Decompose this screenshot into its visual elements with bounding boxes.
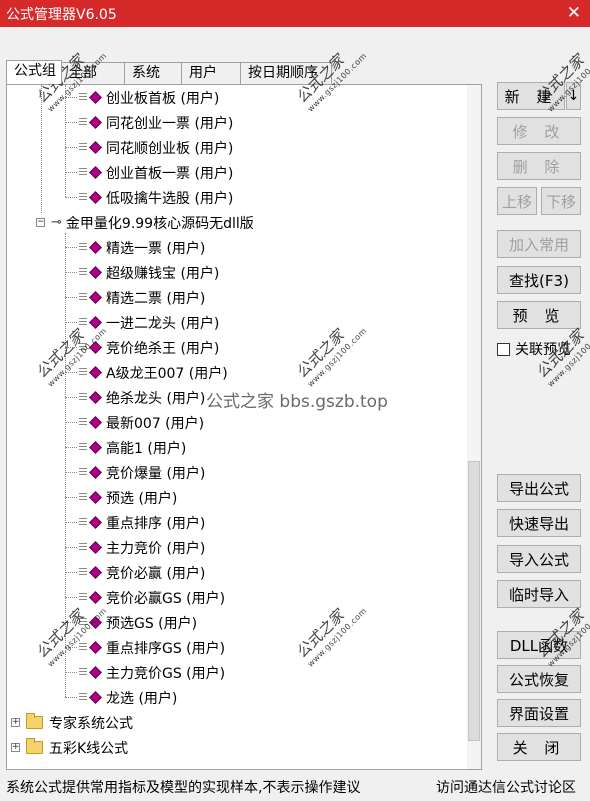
find-button[interactable]: 查找(F3): [497, 266, 581, 294]
add-common-button[interactable]: 加入常用: [497, 230, 581, 258]
link-preview-checkbox[interactable]: [497, 342, 510, 356]
formula-icon: [89, 291, 102, 304]
formula-icon: [89, 666, 102, 679]
tree-folder[interactable]: − ⊸ 金甲量化9.99核心源码无dll版: [36, 210, 254, 235]
formula-icon: [89, 266, 102, 279]
formula-icon: [89, 416, 102, 429]
temp-import-button[interactable]: 临时导入: [497, 580, 581, 608]
tree-item[interactable]: 预选 (用户): [65, 485, 177, 510]
formula-icon: [89, 641, 102, 654]
formula-icon: [89, 116, 102, 129]
formula-icon: [89, 391, 102, 404]
dll-function-button[interactable]: DLL函数: [497, 631, 581, 659]
formula-icon: [89, 616, 102, 629]
scrollbar-thumb[interactable]: [468, 461, 480, 741]
formula-icon: [89, 466, 102, 479]
formula-icon: [89, 516, 102, 529]
tree-folder[interactable]: + 五彩K线公式: [11, 735, 128, 760]
formula-icon: [89, 341, 102, 354]
formula-icon: [89, 91, 102, 104]
tree-item[interactable]: 重点排序GS (用户): [65, 635, 225, 660]
status-text: 系统公式提供常用指标及模型的实现样本,不表示操作建议: [6, 779, 361, 796]
link-preview-option[interactable]: 关联预览: [497, 339, 571, 359]
tree-item[interactable]: 超级赚钱宝 (用户): [65, 260, 219, 285]
title-bar: 公式管理器V6.05 ✕: [0, 0, 590, 27]
folder-icon: [26, 713, 43, 729]
import-button[interactable]: 导入公式: [497, 545, 581, 573]
delete-button[interactable]: 删 除: [497, 152, 581, 180]
expand-icon[interactable]: +: [11, 743, 20, 752]
tree-item[interactable]: 精选二票 (用户): [65, 285, 205, 310]
window-title: 公式管理器V6.05: [6, 6, 117, 23]
tab-by-date[interactable]: 按日期顺序: [240, 62, 332, 84]
formula-icon: [89, 241, 102, 254]
formula-icon: [89, 141, 102, 154]
tree-connector: [41, 85, 42, 213]
tree-item[interactable]: 同花顺创业板 (用户): [65, 135, 233, 160]
formula-icon: [89, 441, 102, 454]
formula-icon: [89, 366, 102, 379]
tree-item[interactable]: 创业首板一票 (用户): [65, 160, 233, 185]
tree-item[interactable]: 一进二龙头 (用户): [65, 310, 219, 335]
tree-item[interactable]: 绝杀龙头 (用户): [65, 385, 205, 410]
formula-icon: [89, 541, 102, 554]
tree-item[interactable]: 创业板首板 (用户): [65, 85, 219, 110]
tab-formula-group[interactable]: 公式组: [6, 60, 62, 84]
key-icon: ⊸: [51, 215, 62, 230]
move-down-button[interactable]: 下移: [541, 187, 581, 215]
tree-item[interactable]: 最新007 (用户): [65, 410, 204, 435]
status-bar: 系统公式提供常用指标及模型的实现样本,不表示操作建议 访问通达信公式讨论区: [0, 772, 590, 801]
modify-button[interactable]: 修 改: [497, 117, 581, 145]
expand-icon[interactable]: +: [11, 718, 20, 727]
formula-tree[interactable]: 创业板首板 (用户) 同花创业一票 (用户) 同花顺创业板 (用户) 创业首板一…: [6, 84, 482, 770]
tree-item[interactable]: 竞价绝杀王 (用户): [65, 335, 219, 360]
tree-item[interactable]: 竞价必赢GS (用户): [65, 585, 225, 610]
tree-item[interactable]: A级龙王007 (用户): [65, 360, 228, 385]
formula-icon: [89, 191, 102, 204]
tab-user[interactable]: 用户: [181, 62, 241, 84]
tree-item[interactable]: 低吸擒牛选股 (用户): [65, 185, 233, 210]
tree-item[interactable]: 主力竞价 (用户): [65, 535, 205, 560]
tab-system[interactable]: 系统: [124, 62, 182, 84]
formula-icon: [89, 591, 102, 604]
tab-strip: 公式组 全部 系统 用户 按日期顺序: [6, 60, 332, 84]
quick-export-button[interactable]: 快速导出: [497, 509, 581, 537]
formula-icon: [89, 316, 102, 329]
new-button[interactable]: 新 建: [497, 82, 565, 110]
tree-folder[interactable]: + 专家系统公式: [11, 710, 133, 735]
tree-item[interactable]: 龙选 (用户): [65, 685, 177, 710]
center-watermark: 公式之家 bbs.gszb.top: [206, 392, 388, 412]
tree-item[interactable]: 高能1 (用户): [65, 435, 186, 460]
tree-item[interactable]: 竞价爆量 (用户): [65, 460, 205, 485]
formula-icon: [89, 166, 102, 179]
formula-icon: [89, 691, 102, 704]
new-dropdown-arrow-icon[interactable]: ↓: [566, 82, 581, 110]
move-up-button[interactable]: 上移: [497, 187, 537, 215]
tree-item[interactable]: 预选GS (用户): [65, 610, 197, 635]
vertical-scrollbar[interactable]: [467, 85, 481, 769]
forum-link[interactable]: 访问通达信公式讨论区: [436, 777, 576, 797]
close-icon[interactable]: ✕: [567, 3, 581, 23]
formula-icon: [89, 566, 102, 579]
tree-item[interactable]: 同花创业一票 (用户): [65, 110, 233, 135]
tree-item[interactable]: 竞价必赢 (用户): [65, 560, 205, 585]
tab-all[interactable]: 全部: [61, 62, 125, 84]
close-button[interactable]: 关 闭: [497, 733, 581, 761]
tree-item[interactable]: 重点排序 (用户): [65, 510, 205, 535]
tree-item[interactable]: 精选一票 (用户): [65, 235, 205, 260]
preview-button[interactable]: 预 览: [497, 301, 581, 329]
restore-button[interactable]: 公式恢复: [497, 665, 581, 693]
ui-settings-button[interactable]: 界面设置: [497, 699, 581, 727]
tree-item[interactable]: 主力竞价GS (用户): [65, 660, 225, 685]
collapse-icon[interactable]: −: [36, 218, 45, 227]
folder-icon: [26, 738, 43, 754]
export-button[interactable]: 导出公式: [497, 474, 581, 502]
formula-icon: [89, 491, 102, 504]
